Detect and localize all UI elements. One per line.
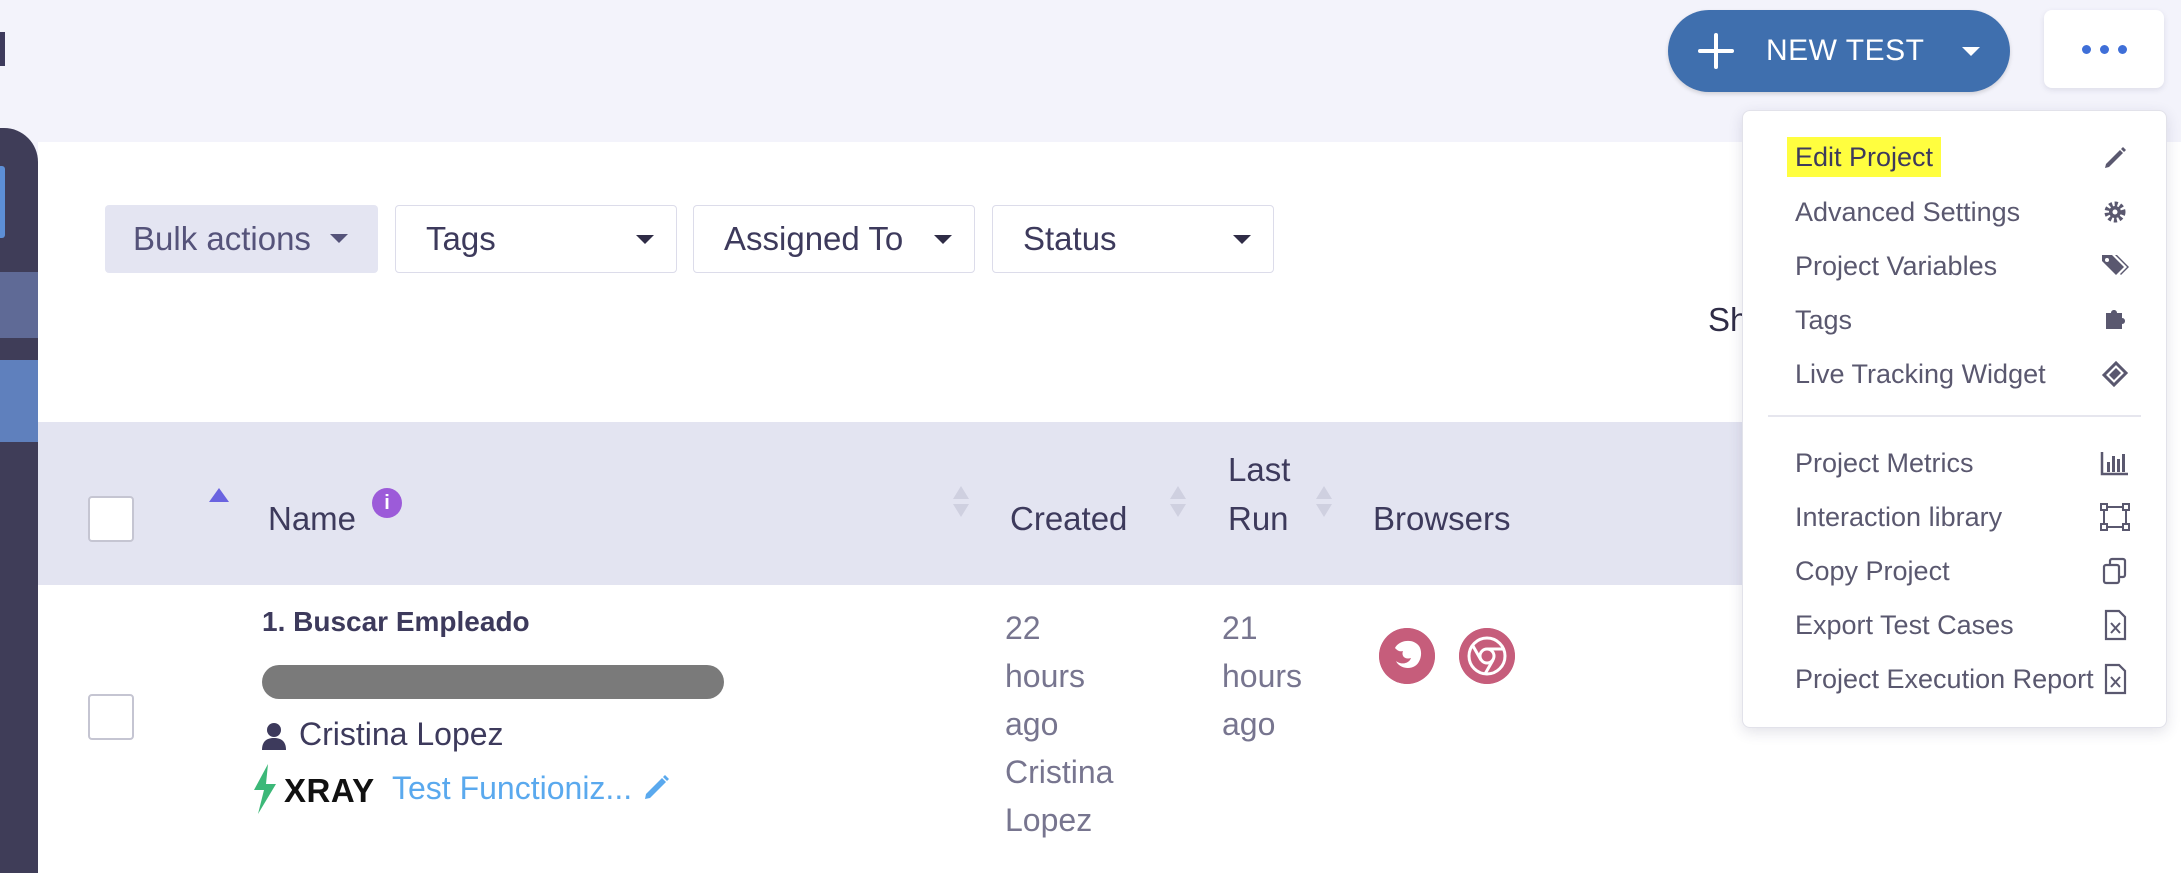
sidebar-item-active[interactable]	[0, 166, 5, 238]
last-run-line: ago	[1222, 706, 1276, 742]
menu-item-edit-project[interactable]: Edit Project	[1787, 137, 1942, 177]
ellipsis-icon	[2099, 44, 2109, 54]
created-line: 22	[1005, 610, 1041, 646]
copy-icon	[2102, 557, 2127, 585]
menu-item-export-test-cases[interactable]: Export Test Cases	[1795, 605, 2014, 645]
page-title-fragment	[0, 32, 5, 66]
tags-filter-label: Tags	[426, 220, 496, 257]
sort-ascending-icon[interactable]	[209, 488, 229, 502]
ticket-icon	[2101, 360, 2129, 388]
sort-icon[interactable]	[953, 486, 969, 520]
excel-file-icon	[2104, 663, 2127, 695]
select-all-checkbox[interactable]	[88, 496, 134, 542]
new-test-button[interactable]: NEW TEST	[1668, 10, 2010, 92]
caret-down-icon	[934, 235, 952, 244]
plus-icon	[1698, 33, 1734, 69]
tags-filter-dropdown[interactable]: Tags	[395, 205, 677, 273]
lightning-icon	[254, 764, 276, 814]
test-name-link[interactable]: 1. Buscar Empleado	[262, 606, 530, 638]
sort-icon[interactable]	[1170, 486, 1186, 520]
created-line: ago	[1005, 706, 1059, 742]
vector-square-icon	[2100, 503, 2130, 531]
info-icon[interactable]: i	[372, 488, 402, 518]
sort-icon[interactable]	[1316, 486, 1332, 520]
sidebar-item[interactable]	[0, 360, 38, 442]
column-header-browsers: Browsers	[1373, 500, 1511, 537]
more-options-button[interactable]	[2044, 10, 2164, 88]
menu-item-live-tracking-widget[interactable]: Live Tracking Widget	[1795, 354, 2046, 394]
new-test-label: NEW TEST	[1766, 34, 1925, 67]
caret-down-icon	[636, 235, 654, 244]
column-header-last-run-line1[interactable]: Last	[1228, 451, 1290, 489]
puzzle-icon	[2106, 310, 2125, 329]
menu-item-project-execution-report[interactable]: Project Execution Report	[1795, 659, 2094, 699]
menu-item-interaction-library[interactable]: Interaction library	[1795, 497, 2002, 537]
created-line: Lopez	[1005, 802, 1093, 838]
user-icon	[262, 723, 286, 750]
created-line: hours	[1005, 658, 1086, 694]
assigned-user: Cristina Lopez	[299, 716, 504, 752]
bulk-actions-label: Bulk actions	[133, 220, 311, 257]
excel-file-icon	[2104, 609, 2127, 641]
column-header-last-run-line2[interactable]: Run	[1228, 500, 1289, 538]
created-cell: 22 hours ago Cristina Lopez	[1005, 604, 1155, 844]
menu-item-project-variables[interactable]: Project Variables	[1795, 246, 1997, 286]
assigned-to-filter-dropdown[interactable]: Assigned To	[693, 205, 975, 273]
sidebar	[0, 128, 38, 873]
xray-test-link[interactable]: Test Functioniz...	[392, 770, 632, 807]
menu-item-copy-project[interactable]: Copy Project	[1795, 551, 1950, 591]
menu-item-tags[interactable]: Tags	[1795, 300, 1852, 340]
last-run-line: 21	[1222, 610, 1258, 646]
bulk-actions-dropdown[interactable]: Bulk actions	[105, 205, 378, 273]
created-line: Cristina	[1005, 754, 1114, 790]
firefox-icon[interactable]	[1379, 628, 1435, 684]
bar-chart-icon	[2100, 452, 2128, 476]
ellipsis-icon	[2117, 44, 2127, 54]
menu-item-project-metrics[interactable]: Project Metrics	[1795, 443, 1974, 483]
menu-item-advanced-settings[interactable]: Advanced Settings	[1795, 192, 2020, 232]
redacted-text	[262, 665, 724, 699]
gear-icon	[2104, 201, 2126, 223]
chrome-icon[interactable]	[1459, 628, 1515, 684]
status-filter-label: Status	[1023, 220, 1117, 257]
pencil-icon[interactable]	[642, 772, 672, 802]
column-header-created[interactable]: Created	[1010, 500, 1127, 538]
tags-icon	[2102, 255, 2129, 275]
last-run-cell: 21 hours ago	[1222, 604, 1352, 748]
row-checkbox[interactable]	[88, 694, 134, 740]
column-header-name[interactable]: Name	[268, 500, 356, 538]
caret-down-icon	[1233, 235, 1251, 244]
caret-down-icon	[330, 234, 348, 243]
status-filter-dropdown[interactable]: Status	[992, 205, 1274, 273]
pencil-icon	[2105, 147, 2126, 168]
ellipsis-icon	[2081, 44, 2091, 54]
caret-down-icon[interactable]	[1962, 46, 1981, 56]
last-run-line: hours	[1222, 658, 1303, 694]
xray-logo: XRAY	[284, 772, 375, 809]
menu-divider	[1768, 415, 2141, 417]
assigned-to-filter-label: Assigned To	[724, 220, 904, 257]
sidebar-item[interactable]	[0, 272, 38, 338]
